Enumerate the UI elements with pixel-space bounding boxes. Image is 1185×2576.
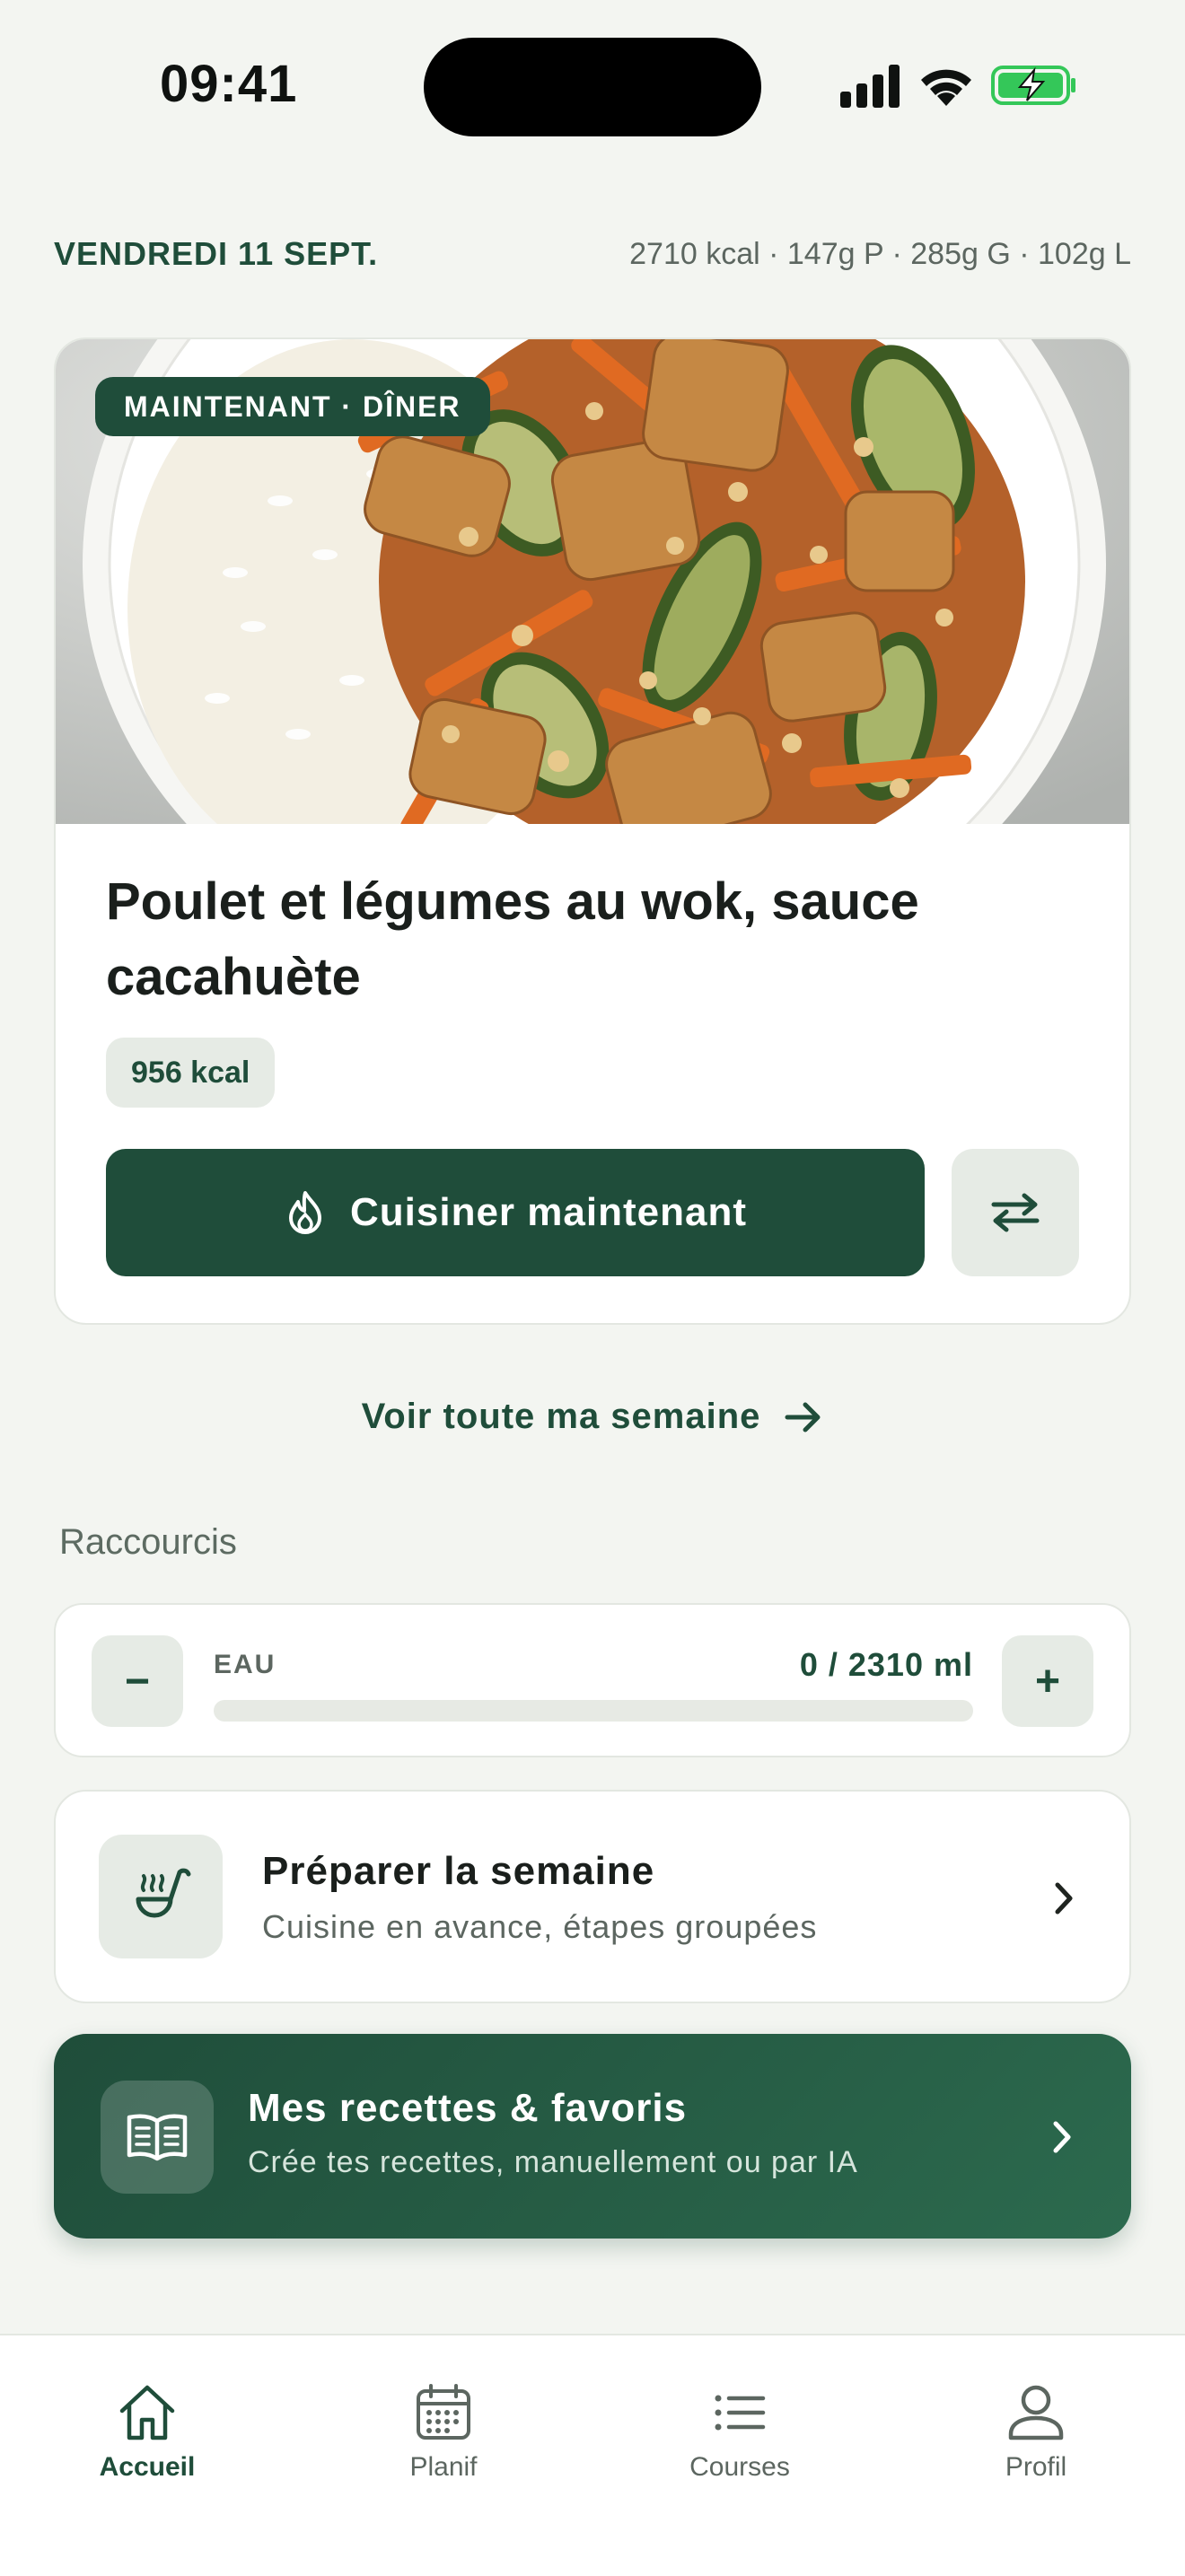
swap-arrows-icon	[991, 1193, 1040, 1232]
cook-now-label: Cuisiner maintenant	[350, 1190, 747, 1234]
daily-macros: 2710 kcal · 147g P · 285g G · 102g L	[629, 237, 1131, 271]
meal-kcal-chip: 956 kcal	[106, 1038, 276, 1108]
tab-planif[interactable]: Planif	[354, 2380, 533, 2483]
shortcuts-heading: Raccourcis	[59, 1522, 237, 1562]
arrow-right-icon	[785, 1402, 821, 1432]
chevron-right-icon	[1055, 1882, 1073, 1914]
now-dinner-badge: MAINTENANT · DÎNER	[95, 377, 490, 436]
water-increase-button[interactable]: +	[1002, 1635, 1093, 1727]
water-progress-bar	[214, 1700, 973, 1722]
water-decrease-button[interactable]: −	[92, 1635, 183, 1727]
tab-profil[interactable]: Profil	[946, 2380, 1126, 2483]
battery-charging-icon	[991, 66, 1075, 105]
my-recipes-card[interactable]: Mes recettes & favoris Crée tes recettes…	[54, 2034, 1131, 2239]
wifi-icon	[921, 69, 971, 106]
prepare-week-card[interactable]: Préparer la semaine Cuisine en avance, é…	[54, 1790, 1131, 2003]
prepare-week-title: Préparer la semaine	[262, 1849, 655, 1893]
calendar-icon	[417, 2384, 470, 2440]
water-tracker-card: − EAU 0 / 2310 ml +	[54, 1603, 1131, 1757]
tab-accueil-label: Accueil	[99, 2452, 196, 2482]
tab-accueil[interactable]: Accueil	[57, 2380, 237, 2483]
cook-now-button[interactable]: Cuisiner maintenant	[106, 1149, 925, 1276]
chevron-right-icon	[1053, 2121, 1071, 2153]
my-recipes-title: Mes recettes & favoris	[248, 2086, 688, 2130]
meal-title: Poulet et légumes au wok, sauce cacahuèt…	[106, 872, 919, 1006]
tab-profil-label: Profil	[1005, 2452, 1067, 2482]
date-label: VENDREDI 11 SEPT.	[54, 235, 379, 272]
home-icon	[119, 2385, 175, 2440]
prepare-week-subtitle: Cuisine en avance, étapes groupées	[262, 1908, 818, 1945]
water-label: EAU	[214, 1650, 276, 1679]
tab-planif-label: Planif	[409, 2452, 478, 2482]
cellular-signal-icon	[840, 65, 900, 108]
bottom-tab-bar: Accueil Planif Courses Profil	[0, 2334, 1185, 2576]
see-week-link[interactable]: Voir toute ma semaine	[0, 1397, 1185, 1437]
tab-courses[interactable]: Courses	[650, 2380, 830, 2483]
list-icon	[715, 2395, 766, 2431]
swap-meal-button[interactable]	[952, 1149, 1079, 1276]
dynamic-island	[424, 38, 761, 136]
current-meal-card[interactable]: MAINTENANT · DÎNER Poulet et légumes au …	[54, 337, 1131, 1325]
open-book-icon	[101, 2081, 214, 2194]
user-icon	[1008, 2385, 1064, 2440]
see-week-label: Voir toute ma semaine	[361, 1397, 761, 1436]
tab-courses-label: Courses	[689, 2452, 790, 2482]
my-recipes-subtitle: Crée tes recettes, manuellement ou par I…	[248, 2145, 858, 2179]
ladle-icon	[99, 1835, 223, 1958]
status-time: 09:41	[160, 55, 298, 113]
water-value: 0 / 2310 ml	[799, 1646, 973, 1683]
flame-icon	[289, 1191, 322, 1234]
